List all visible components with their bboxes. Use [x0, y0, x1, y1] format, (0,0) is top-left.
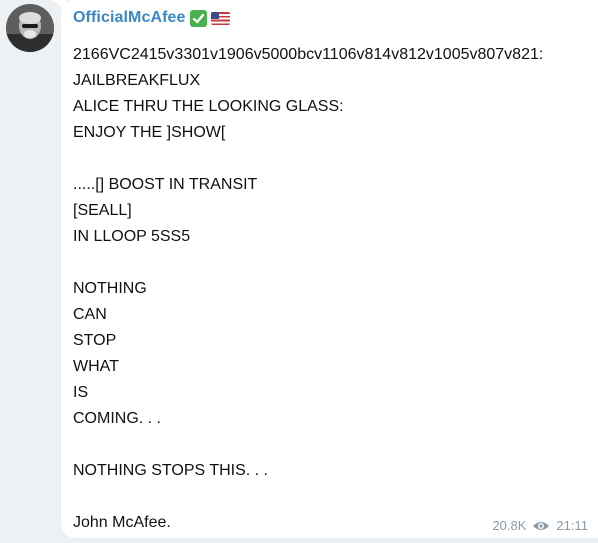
message-meta: 20.8K 21:11 [492, 518, 588, 533]
eye-icon [532, 520, 550, 532]
avatar[interactable] [6, 4, 54, 52]
check-mark-icon [189, 9, 207, 27]
view-count: 20.8K [492, 518, 527, 533]
us-flag-icon [210, 11, 230, 25]
message-header: OfficialMcAfee [73, 9, 230, 27]
message-time: 21:11 [556, 518, 588, 533]
sender-name[interactable]: OfficialMcAfee [73, 9, 186, 27]
message-text: 2166VC2415v3301v1906v5000bcv1106v814v812… [73, 46, 544, 531]
